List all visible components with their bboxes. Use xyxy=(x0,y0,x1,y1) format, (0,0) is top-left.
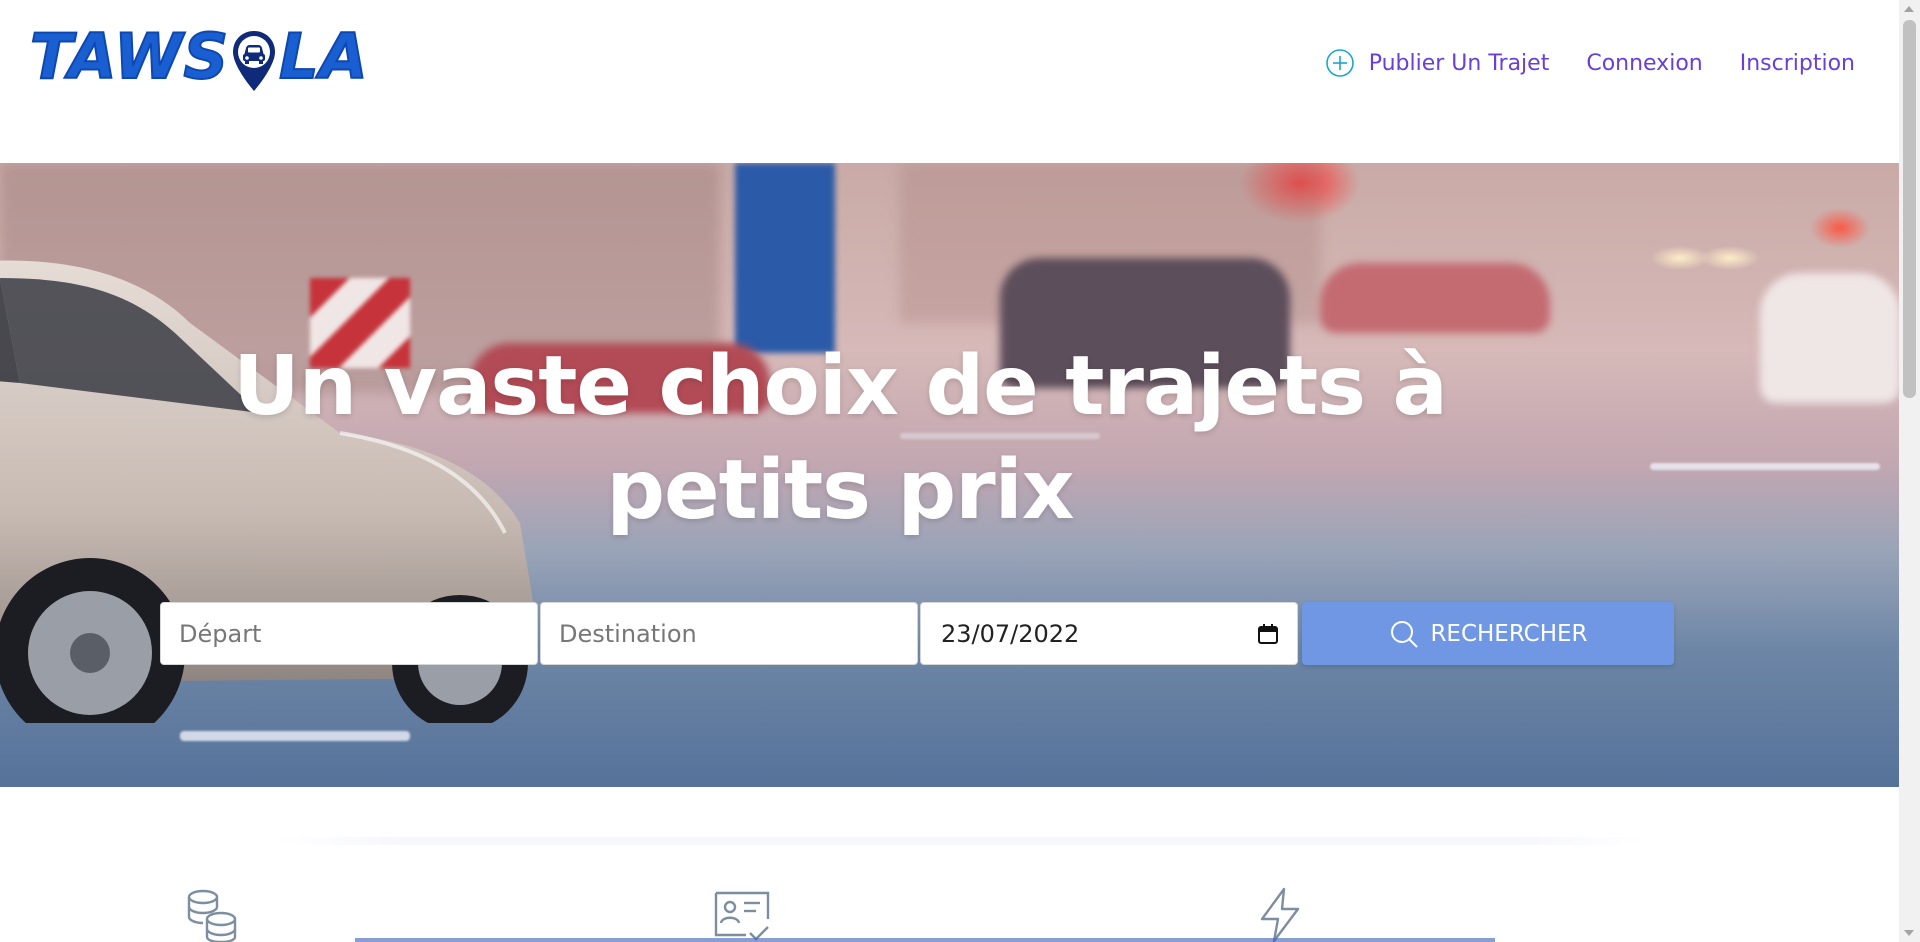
hero-banner: Un vaste choix de trajets à petits prix … xyxy=(0,163,1899,787)
login-label: Connexion xyxy=(1586,50,1703,76)
hero-title: Un vaste choix de trajets à petits prix xyxy=(0,335,1680,543)
destination-input[interactable] xyxy=(559,619,899,648)
departure-input[interactable] xyxy=(179,619,519,648)
publish-trip-label: Publier Un Trajet xyxy=(1368,50,1550,76)
search-button-label: RECHERCHER xyxy=(1430,620,1588,647)
background-car-white xyxy=(1760,273,1899,403)
road-marking xyxy=(1650,463,1880,470)
features-divider xyxy=(270,837,1650,845)
destination-field xyxy=(540,602,918,665)
scroll-thumb[interactable] xyxy=(1903,20,1916,398)
publish-trip-link[interactable]: Publier Un Trajet xyxy=(1325,48,1550,78)
date-field[interactable]: 23/07/2022 xyxy=(920,602,1298,665)
lightning-icon xyxy=(1260,887,1300,942)
logo-wordmark: TAWS LA xyxy=(29,20,369,93)
background-car-right xyxy=(1320,263,1550,333)
page-scrollbar[interactable] xyxy=(1899,0,1920,942)
login-link[interactable]: Connexion xyxy=(1586,51,1702,76)
site-logo[interactable]: TAWS LA xyxy=(29,20,369,93)
main-nav: Publier Un Trajet Connexion Inscription xyxy=(1325,48,1855,78)
id-card-check-icon xyxy=(714,891,770,941)
road-marking xyxy=(180,731,410,741)
signup-label: Inscription xyxy=(1739,50,1855,76)
trip-search-form: 23/07/2022 RECHERCHER xyxy=(160,602,1674,665)
scroll-down-arrow[interactable] xyxy=(1904,930,1914,936)
scroll-up-arrow[interactable] xyxy=(1904,6,1914,12)
hero-title-line1: Un vaste choix de trajets à xyxy=(233,339,1448,434)
coins-icon xyxy=(187,889,237,942)
date-value: 23/07/2022 xyxy=(941,619,1080,648)
logo-text-right: LA xyxy=(278,20,369,93)
logo-text-left: TAWS xyxy=(29,20,230,93)
background-blue-sign xyxy=(735,163,835,353)
bottom-accent-line xyxy=(355,938,1495,942)
search-button[interactable]: RECHERCHER xyxy=(1302,602,1674,665)
hero-title-line2: petits prix xyxy=(606,443,1074,538)
departure-field xyxy=(160,602,538,665)
site-header: TAWS LA Publier Un Trajet Connexion Insc… xyxy=(0,0,1899,163)
features-section xyxy=(0,787,1899,942)
map-pin-car-icon xyxy=(233,31,276,91)
calendar-icon[interactable] xyxy=(1257,623,1279,645)
plus-circle-icon xyxy=(1325,49,1354,77)
signup-link[interactable]: Inscription xyxy=(1740,51,1855,76)
search-icon xyxy=(1391,620,1419,648)
